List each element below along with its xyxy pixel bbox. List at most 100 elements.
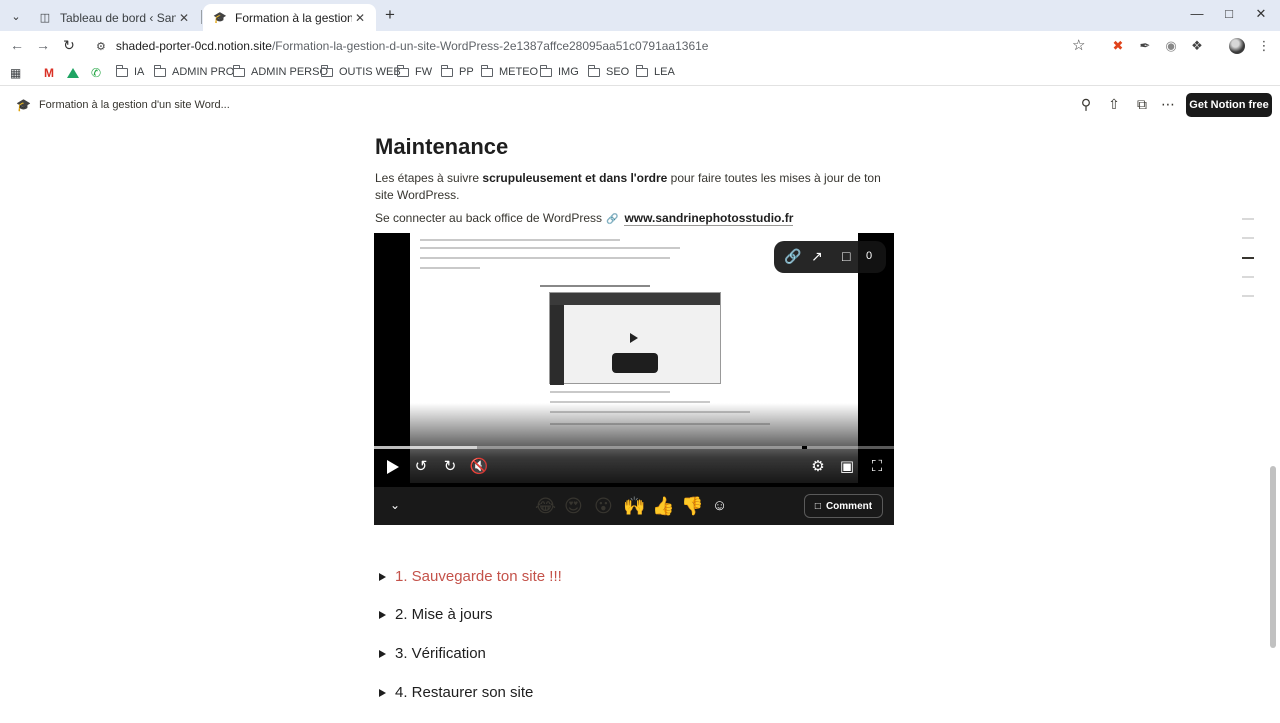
whatsapp-icon[interactable]: ✆ [91, 66, 101, 80]
copy-link-icon[interactable]: 🔗 [784, 248, 801, 265]
toc-marker-active[interactable] [1242, 257, 1254, 259]
close-window-icon[interactable]: ✕ [1251, 6, 1271, 22]
folder-icon [539, 64, 552, 77]
video-progress-bar[interactable] [374, 446, 894, 449]
comment-label: Comment [825, 500, 873, 512]
apps-grid-icon[interactable]: ▦ [10, 66, 21, 80]
reaction-heart-eyes[interactable]: 😍 [564, 495, 583, 517]
bookmark-folder-admin-pro[interactable]: ADMIN PRO [153, 64, 234, 78]
extensions-puzzle-icon[interactable]: ❖ [1188, 38, 1206, 54]
chevron-down-icon[interactable]: ⌄ [390, 498, 400, 512]
toggle-triangle-icon[interactable] [379, 610, 386, 619]
video-progress-gap [802, 446, 807, 449]
rewind-icon[interactable]: ↺ [410, 457, 432, 477]
toggle-triangle-icon[interactable] [379, 572, 386, 581]
back-arrow-icon[interactable]: ← [7, 37, 27, 55]
mute-icon[interactable]: 🔇 [468, 457, 490, 477]
reaction-laugh[interactable]: 😂 [535, 495, 556, 517]
folder-icon [115, 64, 128, 77]
toc-marker[interactable] [1242, 237, 1254, 239]
toggle-triangle-icon[interactable] [379, 649, 386, 658]
comment-button[interactable]: □ Comment [804, 494, 883, 518]
close-tab-icon[interactable]: ✕ [176, 11, 192, 25]
reaction-thumbs-down[interactable]: 👎 [681, 495, 703, 517]
extension-x-icon[interactable]: ✖ [1109, 38, 1127, 54]
bookmark-star-icon[interactable]: ☆ [1072, 36, 1085, 54]
toggle-sauvegarde[interactable]: 1. Sauvegarde ton site !!! [379, 568, 562, 585]
close-tab-icon[interactable]: ✕ [352, 11, 368, 25]
site-link[interactable]: www.sandrinephotosstudio.fr [624, 211, 794, 226]
toggle-triangle-icon[interactable] [379, 688, 386, 697]
profile-avatar[interactable] [1229, 38, 1245, 54]
bookmark-label: LEA [654, 66, 675, 78]
inner-speed-badge [612, 353, 658, 373]
bookmark-folder-outis-web[interactable]: OUTIS WEB [320, 64, 401, 78]
toggle-verification[interactable]: 3. Vérification [379, 645, 486, 662]
forward-icon[interactable]: ↻ [439, 457, 461, 477]
share-icon[interactable]: ⇧ [1105, 96, 1123, 113]
toggle-restaurer[interactable]: 4. Restaurer son site [379, 684, 533, 701]
bookmark-label: PP [459, 66, 474, 78]
toc-marker[interactable] [1242, 295, 1254, 297]
folder-icon [440, 64, 453, 77]
reaction-thumbs-up[interactable]: 👍 [652, 495, 674, 517]
browser-menu-icon[interactable]: ⋮ [1255, 38, 1273, 54]
bookmark-folder-lea[interactable]: LEA [635, 64, 675, 78]
get-notion-free-button[interactable]: Get Notion free [1186, 93, 1272, 117]
video-inner-bar [550, 293, 720, 305]
toggle-label: 3. Vérification [395, 645, 486, 662]
bookmark-folder-meteo[interactable]: METEO [480, 64, 538, 78]
site-info-icon[interactable]: ⚙ [96, 40, 106, 53]
maximize-icon[interactable]: □ [1219, 6, 1239, 21]
video-text-line [550, 391, 670, 393]
toc-marker[interactable] [1242, 276, 1254, 278]
bookmarks-bar: ▦ M ✆ IA ADMIN PRO ADMIN PERSO OUTIS WEB… [0, 61, 1280, 86]
intro-bold-text: scrupuleusement et dans l'ordre [482, 171, 668, 185]
reaction-raised-hands[interactable]: 🙌 [623, 495, 645, 517]
bookmark-folder-pp[interactable]: PP [440, 64, 474, 78]
bookmark-folder-seo[interactable]: SEO [587, 64, 629, 78]
reaction-surprised[interactable]: 😮 [594, 495, 613, 517]
google-drive-icon[interactable] [67, 68, 79, 78]
bookmark-label: IMG [558, 66, 579, 78]
video-text-line [420, 257, 670, 259]
reload-icon[interactable]: ↻ [59, 37, 79, 55]
graduation-cap-favicon-icon: 🎓 [213, 12, 227, 24]
more-options-icon[interactable]: ⋯ [1159, 96, 1177, 113]
gmail-icon[interactable]: M [44, 66, 54, 80]
add-reaction-icon[interactable]: ☺ [712, 495, 727, 517]
video-inner-sidebar [550, 305, 564, 385]
toc-marker[interactable] [1242, 218, 1254, 220]
intro-paragraph: Les étapes à suivre scrupuleusement et d… [375, 170, 895, 204]
minimize-icon[interactable]: — [1187, 6, 1207, 21]
camera-icon[interactable]: ◉ [1162, 38, 1180, 54]
toggle-mise-a-jours[interactable]: 2. Mise à jours [379, 606, 493, 623]
comments-icon[interactable]: □ [842, 248, 850, 264]
reaction-bar: ⌄ 😂 😍 😮 🙌 👍 👎 ☺ □ Comment [374, 487, 894, 525]
page-breadcrumb[interactable]: 🎓 Formation à la gestion d'un site Word.… [16, 98, 230, 112]
new-tab-button[interactable]: + [380, 6, 400, 26]
search-icon[interactable]: ⚲ [1077, 96, 1095, 113]
fullscreen-icon[interactable]: ⛶ [866, 457, 888, 477]
folder-icon [635, 64, 648, 77]
tab-search-chevron-icon[interactable]: ⌄ [5, 5, 27, 27]
picture-in-picture-icon[interactable]: ▣ [836, 457, 858, 477]
bookmark-folder-ia[interactable]: IA [115, 64, 144, 78]
login-paragraph: Se connecter au back office de WordPress… [375, 211, 794, 226]
open-external-icon[interactable]: ↗ [811, 248, 823, 265]
address-bar[interactable]: ⚙ shaded-porter-0cd.notion.site/Formatio… [86, 33, 1102, 59]
tab-dashboard[interactable]: ◫ Tableau de bord ‹ Sandrine photos ✕ [28, 4, 200, 31]
play-icon[interactable] [387, 460, 399, 474]
bookmark-folder-admin-perso[interactable]: ADMIN PERSO [232, 64, 328, 78]
forward-arrow-icon[interactable]: → [33, 37, 53, 55]
wordpress-favicon-icon: ◫ [39, 12, 51, 24]
settings-gear-icon[interactable]: ⚙ [807, 457, 829, 477]
video-player[interactable]: 🔗 ↗ □ 0 ↺ ↻ 🔇 ⚙ ▣ ⛶ ⌄ 😂 😍 😮 🙌 👍 👎 ☺ □ Co… [374, 233, 894, 525]
bookmark-folder-fw[interactable]: FW [396, 64, 432, 78]
bookmark-folder-img[interactable]: IMG [539, 64, 579, 78]
duplicate-icon[interactable]: ⧉ [1133, 96, 1151, 113]
toggle-label: 1. Sauvegarde ton site !!! [395, 568, 562, 585]
page-scrollbar[interactable] [1270, 466, 1276, 648]
color-picker-icon[interactable]: ✒ [1136, 38, 1154, 54]
tab-formation[interactable]: 🎓 Formation à la gestion d'un site ✕ [203, 4, 376, 31]
